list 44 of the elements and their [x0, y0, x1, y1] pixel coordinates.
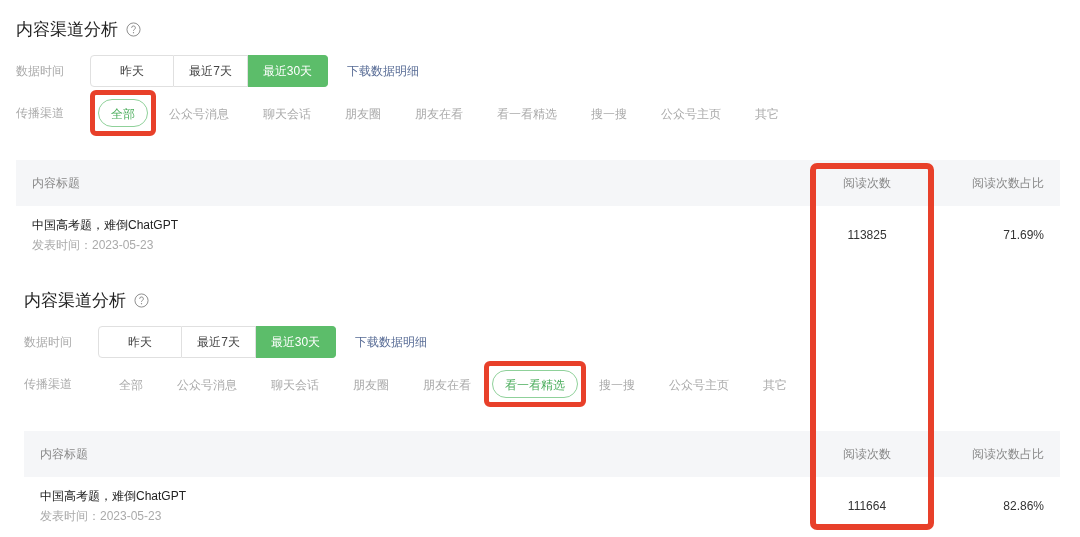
field-label: 传播渠道 — [16, 104, 65, 122]
table-cell: 82.86% — [928, 477, 1060, 535]
table-cell: 111664 — [806, 477, 928, 535]
channel-tab[interactable]: 搜一搜 — [586, 370, 648, 398]
field-label: 数据时间 — [24, 333, 73, 351]
column-header: 阅读次数 — [806, 431, 928, 477]
publish-date: 发表时间：2023-05-23 — [40, 507, 163, 525]
time-range-tab[interactable]: 最近30天 — [248, 55, 328, 87]
channel-tab[interactable]: 全部 — [106, 370, 156, 398]
download-link[interactable]: 下载数据明细 — [355, 333, 427, 351]
channel-tab[interactable]: 朋友圈 — [332, 99, 394, 127]
field-label: 传播渠道 — [24, 375, 73, 393]
channel-tab[interactable]: 朋友圈 — [340, 370, 402, 398]
time-range-tab[interactable]: 最近7天 — [182, 326, 256, 358]
section-title: 内容渠道分析 — [24, 289, 126, 312]
channel-tab[interactable]: 看一看精选 — [484, 99, 570, 127]
channel-tab[interactable]: 公众号主页 — [648, 99, 734, 127]
section-title: 内容渠道分析 — [16, 18, 118, 41]
channel-tab[interactable]: 公众号消息 — [164, 370, 250, 398]
time-range-tab[interactable]: 昨天 — [90, 55, 174, 87]
article-title: 中国高考题，难倒ChatGPT — [32, 216, 179, 234]
column-header: 内容标题 — [16, 160, 806, 206]
channel-tab[interactable]: 朋友在看 — [410, 370, 484, 398]
publish-date: 发表时间：2023-05-23 — [32, 236, 155, 254]
channel-tab[interactable]: 朋友在看 — [402, 99, 476, 127]
download-link[interactable]: 下载数据明细 — [347, 62, 419, 80]
table-cell: 71.69% — [928, 206, 1060, 264]
time-range-tab[interactable]: 昨天 — [98, 326, 182, 358]
channel-tab[interactable]: 聊天会话 — [258, 370, 332, 398]
help-icon[interactable] — [134, 292, 149, 308]
field-label: 数据时间 — [16, 62, 65, 80]
help-icon[interactable] — [126, 21, 141, 37]
article-title: 中国高考题，难倒ChatGPT — [40, 487, 187, 505]
channel-tab[interactable]: 其它 — [750, 370, 800, 398]
channel-tab[interactable]: 其它 — [742, 99, 792, 127]
channel-tab[interactable]: 搜一搜 — [578, 99, 640, 127]
time-range-tab[interactable]: 最近30天 — [256, 326, 336, 358]
column-header: 阅读次数占比 — [928, 160, 1060, 206]
channel-tab[interactable]: 聊天会话 — [250, 99, 324, 127]
time-range-tab[interactable]: 最近7天 — [174, 55, 248, 87]
column-header: 内容标题 — [24, 431, 806, 477]
channel-tab[interactable]: 公众号主页 — [656, 370, 742, 398]
table-cell: 113825 — [806, 206, 928, 264]
channel-tab[interactable]: 公众号消息 — [156, 99, 242, 127]
